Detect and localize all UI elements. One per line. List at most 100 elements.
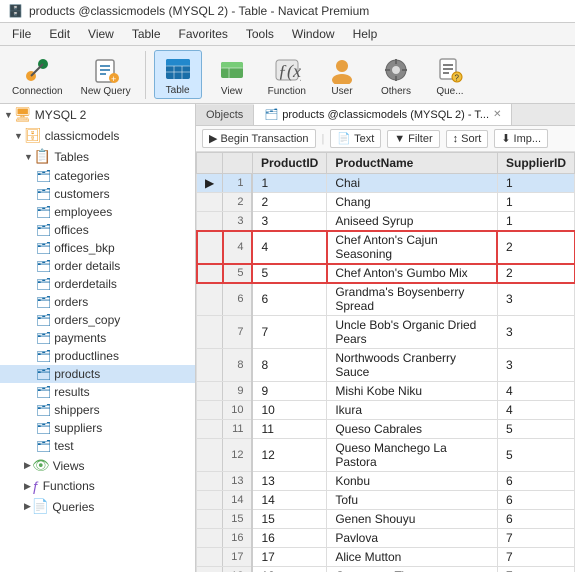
cell-productname[interactable]: Chang xyxy=(327,193,498,212)
sidebar-table-customers[interactable]: 🗂 customers xyxy=(0,185,195,203)
table-row[interactable]: 11 11 Queso Cabrales 5 xyxy=(197,420,575,439)
sidebar-table-orders_copy[interactable]: 🗂 orders_copy xyxy=(0,311,195,329)
sidebar-item-views[interactable]: ▶ 👁 Views xyxy=(0,455,195,476)
table-row[interactable]: 10 10 Ikura 4 xyxy=(197,401,575,420)
cell-productname[interactable]: Konbu xyxy=(327,472,498,491)
tab-products-table[interactable]: 🗂 products @classicmodels (MYSQL 2) - T.… xyxy=(254,104,512,125)
sidebar-table-shippers[interactable]: 🗂 shippers xyxy=(0,401,195,419)
cell-productname[interactable]: Pavlova xyxy=(327,529,498,548)
cell-productid[interactable]: 17 xyxy=(252,548,326,567)
cell-supplierid[interactable]: 1 xyxy=(497,193,574,212)
sidebar-table-employees[interactable]: 🗂 employees xyxy=(0,203,195,221)
menu-item-view[interactable]: View xyxy=(80,25,122,43)
cell-productid[interactable]: 3 xyxy=(252,212,326,231)
menu-item-favorites[interactable]: Favorites xyxy=(171,25,236,43)
cell-productname[interactable]: Ikura xyxy=(327,401,498,420)
cell-productname[interactable]: Northwoods Cranberry Sauce xyxy=(327,349,498,382)
cell-supplierid[interactable]: 4 xyxy=(497,382,574,401)
col-productid[interactable]: ProductID xyxy=(252,153,326,174)
sidebar-item-functions[interactable]: ▶ ƒ Functions xyxy=(0,476,195,496)
cell-productname[interactable]: Chai xyxy=(327,174,498,193)
cell-productid[interactable]: 14 xyxy=(252,491,326,510)
cell-productid[interactable]: 6 xyxy=(252,283,326,316)
cell-productid[interactable]: 1 xyxy=(252,174,326,193)
sidebar-table-suppliers[interactable]: 🗂 suppliers xyxy=(0,419,195,437)
sidebar-item-root[interactable]: ▼ 🖥 MYSQL 2 xyxy=(0,104,195,125)
sidebar-table-results[interactable]: 🗂 results xyxy=(0,383,195,401)
cell-productname[interactable]: Chef Anton's Gumbo Mix xyxy=(327,264,498,283)
toolbar-btn-new-query[interactable]: +New Query xyxy=(75,52,137,99)
cell-productname[interactable]: Alice Mutton xyxy=(327,548,498,567)
menu-item-help[interactable]: Help xyxy=(345,25,386,43)
table-row[interactable]: 7 7 Uncle Bob's Organic Dried Pears 3 xyxy=(197,316,575,349)
cell-productid[interactable]: 16 xyxy=(252,529,326,548)
table-row[interactable]: 18 18 Carnarvon Tigers 7 xyxy=(197,567,575,572)
cell-supplierid[interactable]: 1 xyxy=(497,174,574,193)
cell-supplierid[interactable]: 7 xyxy=(497,548,574,567)
cell-supplierid[interactable]: 6 xyxy=(497,510,574,529)
table-row[interactable]: 16 16 Pavlova 7 xyxy=(197,529,575,548)
sidebar-table-orderdetails[interactable]: 🗂 orderdetails xyxy=(0,275,195,293)
cell-productid[interactable]: 10 xyxy=(252,401,326,420)
cell-supplierid[interactable]: 6 xyxy=(497,491,574,510)
menu-item-window[interactable]: Window xyxy=(284,25,343,43)
text-button[interactable]: 📄 Text xyxy=(330,129,381,148)
sidebar-table-order-details[interactable]: 🗂 order details xyxy=(0,257,195,275)
cell-productname[interactable]: Carnarvon Tigers xyxy=(327,567,498,572)
col-productname[interactable]: ProductName xyxy=(327,153,498,174)
cell-supplierid[interactable]: 1 xyxy=(497,212,574,231)
table-row[interactable]: 2 2 Chang 1 xyxy=(197,193,575,212)
table-row[interactable]: 4 4 Chef Anton's Cajun Seasoning 2 xyxy=(197,231,575,264)
sidebar-table-productlines[interactable]: 🗂 productlines xyxy=(0,347,195,365)
table-row[interactable]: 5 5 Chef Anton's Gumbo Mix 2 xyxy=(197,264,575,283)
table-row[interactable]: 9 9 Mishi Kobe Niku 4 xyxy=(197,382,575,401)
cell-supplierid[interactable]: 7 xyxy=(497,567,574,572)
cell-productname[interactable]: Queso Manchego La Pastora xyxy=(327,439,498,472)
cell-supplierid[interactable]: 5 xyxy=(497,420,574,439)
sidebar-table-categories[interactable]: 🗂 categories xyxy=(0,167,195,185)
toolbar-btn-function[interactable]: ƒ(x)Function xyxy=(262,52,312,99)
cell-productname[interactable]: Genen Shouyu xyxy=(327,510,498,529)
cell-productid[interactable]: 15 xyxy=(252,510,326,529)
sidebar-table-payments[interactable]: 🗂 payments xyxy=(0,329,195,347)
cell-supplierid[interactable]: 7 xyxy=(497,529,574,548)
cell-supplierid[interactable]: 3 xyxy=(497,283,574,316)
toolbar-btn-user[interactable]: User xyxy=(318,52,366,99)
table-row[interactable]: 12 12 Queso Manchego La Pastora 5 xyxy=(197,439,575,472)
cell-productid[interactable]: 18 xyxy=(252,567,326,572)
table-row[interactable]: 15 15 Genen Shouyu 6 xyxy=(197,510,575,529)
cell-productid[interactable]: 11 xyxy=(252,420,326,439)
cell-productid[interactable]: 2 xyxy=(252,193,326,212)
toolbar-btn-view[interactable]: View xyxy=(208,52,256,99)
cell-productname[interactable]: Chef Anton's Cajun Seasoning xyxy=(327,231,498,264)
menu-item-file[interactable]: File xyxy=(4,25,39,43)
cell-productid[interactable]: 4 xyxy=(252,231,326,264)
cell-supplierid[interactable]: 3 xyxy=(497,316,574,349)
cell-productid[interactable]: 9 xyxy=(252,382,326,401)
table-row[interactable]: 3 3 Aniseed Syrup 1 xyxy=(197,212,575,231)
sidebar-table-offices[interactable]: 🗂 offices xyxy=(0,221,195,239)
table-row[interactable]: 6 6 Grandma's Boysenberry Spread 3 xyxy=(197,283,575,316)
toolbar-btn-others[interactable]: Others xyxy=(372,52,420,99)
menu-item-edit[interactable]: Edit xyxy=(41,25,78,43)
filter-button[interactable]: ▼ Filter xyxy=(387,130,439,148)
table-row[interactable]: 17 17 Alice Mutton 7 xyxy=(197,548,575,567)
cell-productname[interactable]: Tofu xyxy=(327,491,498,510)
begin-transaction-button[interactable]: ▶ Begin Transaction xyxy=(202,129,316,148)
cell-productname[interactable]: Mishi Kobe Niku xyxy=(327,382,498,401)
sidebar-item-classicmodels[interactable]: ▼ 🗄 classicmodels xyxy=(0,125,195,146)
cell-supplierid[interactable]: 2 xyxy=(497,264,574,283)
cell-supplierid[interactable]: 2 xyxy=(497,231,574,264)
cell-productid[interactable]: 8 xyxy=(252,349,326,382)
cell-productname[interactable]: Aniseed Syrup xyxy=(327,212,498,231)
cell-supplierid[interactable]: 6 xyxy=(497,472,574,491)
cell-productid[interactable]: 5 xyxy=(252,264,326,283)
cell-productname[interactable]: Queso Cabrales xyxy=(327,420,498,439)
cell-supplierid[interactable]: 5 xyxy=(497,439,574,472)
sidebar-item-queries[interactable]: ▶ 📄 Queries xyxy=(0,496,195,517)
table-row[interactable]: 8 8 Northwoods Cranberry Sauce 3 xyxy=(197,349,575,382)
sort-button[interactable]: ↕ Sort xyxy=(446,130,489,148)
cell-productname[interactable]: Grandma's Boysenberry Spread xyxy=(327,283,498,316)
cell-productname[interactable]: Uncle Bob's Organic Dried Pears xyxy=(327,316,498,349)
col-supplierid[interactable]: SupplierID xyxy=(497,153,574,174)
